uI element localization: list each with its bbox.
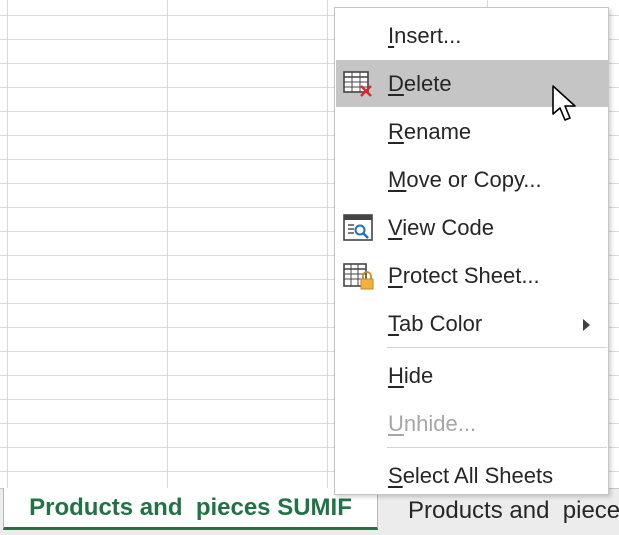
mouse-pointer-icon (552, 85, 576, 121)
sheet-context-menu: Insert... Delete Rename Move or Copy... (334, 7, 609, 495)
column-line (167, 0, 168, 488)
menu-item-move-or-copy[interactable]: Move or Copy... (336, 156, 608, 203)
menu-item-view-code[interactable]: View Code (336, 204, 608, 251)
view-code-icon (343, 214, 373, 241)
menu-item-label: Insert... (388, 22, 462, 48)
menu-item-hide[interactable]: Hide (336, 352, 608, 399)
menu-item-label: Protect Sheet... (388, 262, 540, 288)
delete-sheet-icon (343, 71, 372, 97)
menu-item-insert[interactable]: Insert... (336, 12, 608, 59)
menu-item-label: Rename (388, 118, 472, 144)
column-line (7, 0, 8, 488)
menu-item-label: View Code (388, 214, 494, 240)
menu-separator (387, 347, 607, 348)
menu-item-label: Select All Sheets (388, 462, 554, 488)
menu-item-label: Tab Color (388, 310, 483, 336)
menu-item-label: Move or Copy... (388, 166, 542, 192)
menu-item-label: Delete (388, 70, 452, 96)
menu-item-protect-sheet[interactable]: Protect Sheet... (336, 252, 608, 299)
sheet-tab-active[interactable]: Products and pieces SUMIF (3, 488, 378, 530)
menu-item-select-all-sheets[interactable]: Select All Sheets (336, 452, 608, 499)
menu-item-unhide: Unhide... (336, 400, 608, 447)
menu-item-label: Unhide... (388, 410, 477, 436)
submenu-arrow-icon (583, 319, 590, 331)
column-line (327, 0, 328, 488)
menu-item-label: Hide (388, 362, 434, 388)
menu-separator (387, 447, 607, 448)
menu-item-tab-color[interactable]: Tab Color (336, 300, 608, 347)
protect-sheet-icon (343, 263, 374, 290)
